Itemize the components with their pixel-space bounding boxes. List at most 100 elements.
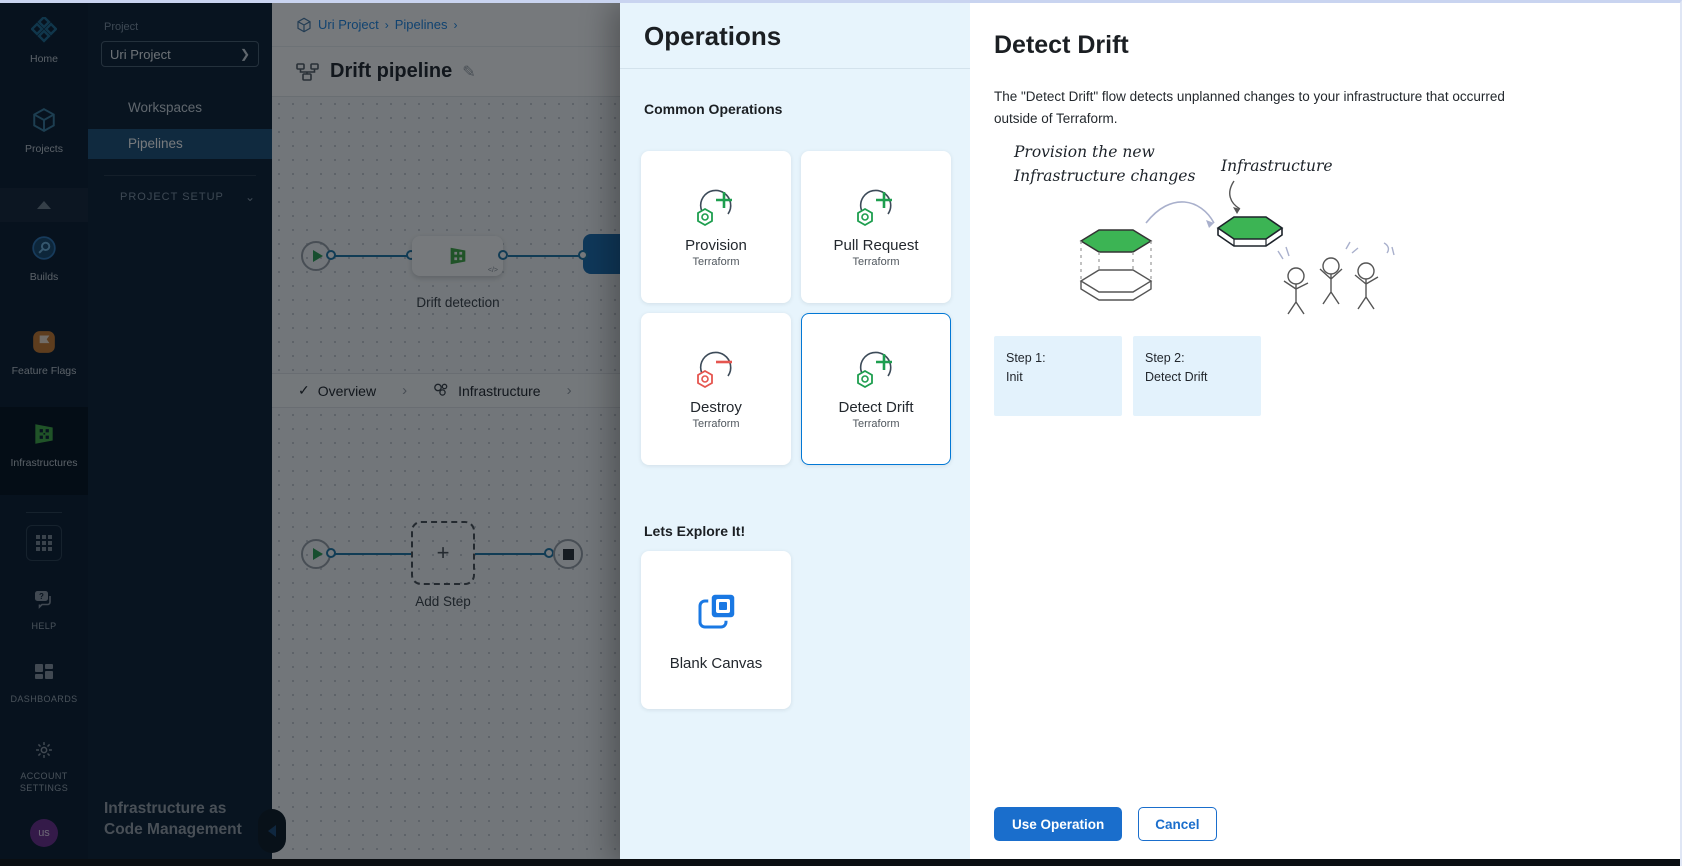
check-icon: ✓ — [298, 382, 310, 399]
destroy-terraform-icon — [693, 349, 739, 393]
illustration-caption-line2: Infrastructure changes — [1013, 167, 1195, 185]
curve-arrow — [1146, 202, 1214, 223]
op-card-destroy[interactable]: Destroy Terraform — [641, 313, 791, 465]
chevron-left-icon — [268, 825, 276, 837]
stick-figures — [1284, 258, 1378, 314]
detect-drift-illustration: Provision the new Infrastructure changes… — [986, 131, 1416, 331]
arrow-down — [1230, 181, 1240, 209]
op-card-subtitle: Terraform — [852, 256, 899, 268]
project-selector-value: Uri Project — [110, 47, 171, 62]
tab-infrastructure[interactable]: Infrastructure — [433, 383, 540, 399]
project-section-label: Project — [104, 21, 138, 33]
project-cube-icon — [296, 17, 312, 33]
projects-icon — [31, 107, 57, 133]
edit-pipeline-name-icon[interactable]: ✎ — [462, 62, 475, 82]
use-operation-button[interactable]: Use Operation — [994, 807, 1122, 841]
rail-item-home[interactable]: Home — [0, 17, 88, 65]
gear-icon — [34, 740, 54, 760]
svg-text:?: ? — [39, 592, 44, 601]
detail-title: Detect Drift — [994, 31, 1658, 60]
feature-flags-icon — [31, 329, 57, 355]
rail-item-projects[interactable]: Projects — [0, 107, 88, 155]
common-operations-label: Common Operations — [644, 101, 782, 117]
edge-port — [326, 548, 336, 558]
green-hexagon-tile — [1218, 217, 1282, 246]
rail-label: ACCOUNT SETTINGS — [10, 770, 78, 794]
edge-port — [326, 250, 336, 260]
blank-canvas-title: Blank Canvas — [670, 655, 763, 672]
blank-canvas-card[interactable]: Blank Canvas — [641, 551, 791, 709]
sidebar-divider — [104, 175, 256, 176]
chevron-right-icon: › — [567, 382, 572, 399]
rail-label: HELP — [0, 620, 88, 632]
cancel-button[interactable]: Cancel — [1138, 807, 1216, 841]
tab-overview[interactable]: ✓ Overview — [298, 382, 376, 399]
add-step-node[interactable]: + — [411, 521, 475, 585]
module-rail: Home Projects Builds — [0, 3, 88, 866]
module-grid-button[interactable] — [26, 525, 62, 561]
detail-actions: Use Operation Cancel — [994, 807, 1217, 841]
sidebar-item-pipelines[interactable]: Pipelines — [88, 129, 272, 159]
step-box-1: Step 1: Init — [994, 336, 1122, 416]
op-card-pull-request[interactable]: Pull Request Terraform — [801, 151, 951, 303]
edge-line — [332, 255, 412, 257]
builds-icon — [31, 235, 57, 261]
sidebar-collapse-button[interactable] — [258, 809, 286, 853]
play-icon — [313, 548, 323, 560]
execution-canvas[interactable]: + Add Step — [272, 408, 620, 863]
user-avatar[interactable]: us — [30, 819, 58, 847]
breadcrumb-separator: › — [385, 18, 389, 32]
app-window: Home Projects Builds — [0, 0, 1682, 866]
op-card-subtitle: Terraform — [692, 418, 739, 430]
project-setup-toggle[interactable]: PROJECT SETUP ⌄ — [120, 191, 256, 203]
rail-item-dashboards[interactable]: DASHBOARDS — [0, 663, 88, 705]
stage-node-drift-detection[interactable]: </> — [412, 236, 503, 276]
breadcrumb-project-link[interactable]: Uri Project — [318, 17, 379, 32]
project-setup-label: PROJECT SETUP — [120, 191, 224, 203]
rail-item-builds[interactable]: Builds — [0, 235, 88, 283]
stop-icon — [563, 549, 574, 560]
rail-item-infrastructures[interactable]: Infrastructures — [0, 421, 88, 469]
edge-port — [578, 250, 588, 260]
illustration-caption-right: Infrastructure — [1220, 157, 1333, 175]
project-sidebar: Project Uri Project ❯ Workspaces Pipelin… — [88, 3, 272, 866]
stage-config-tabs: ✓ Overview › Infrastructure › — [272, 373, 620, 408]
rail-label: Infrastructures — [0, 457, 88, 469]
rail-collapse-band[interactable] — [0, 188, 88, 222]
celebration-marks — [1278, 242, 1394, 259]
provision-terraform-icon — [693, 187, 739, 231]
op-card-subtitle: Terraform — [692, 256, 739, 268]
op-card-detect-drift[interactable]: Detect Drift Terraform — [801, 313, 951, 465]
blank-canvas-icon — [694, 589, 738, 633]
infrastructures-icon — [31, 421, 57, 447]
project-selector[interactable]: Uri Project ❯ — [101, 41, 259, 67]
edge-line — [508, 255, 580, 257]
step-number: Step 1: — [1006, 349, 1110, 368]
stage-label: Drift detection — [398, 295, 518, 310]
sidebar-item-workspaces[interactable]: Workspaces — [88, 93, 272, 123]
edge-line — [332, 553, 411, 555]
rail-item-help[interactable]: ? HELP — [0, 588, 88, 632]
bottom-window-strip — [0, 859, 1680, 866]
step-name: Detect Drift — [1145, 368, 1249, 387]
breadcrumb-pipelines-link[interactable]: Pipelines — [395, 17, 448, 32]
stage-canvas[interactable]: </> Drift detection — [272, 97, 620, 373]
breadcrumb-separator: › — [453, 18, 457, 32]
op-card-provision[interactable]: Provision Terraform — [641, 151, 791, 303]
step-box-2: Step 2: Detect Drift — [1133, 336, 1261, 416]
edge-line — [475, 553, 549, 555]
detect-drift-terraform-icon — [853, 349, 899, 393]
op-card-title: Provision — [685, 237, 747, 254]
illustration-caption-line1: Provision the new — [1013, 143, 1155, 161]
code-badge: </> — [488, 267, 498, 274]
dashboards-icon — [34, 663, 54, 683]
rail-item-feature-flags[interactable]: Feature Flags — [0, 329, 88, 377]
tab-label: Infrastructure — [458, 383, 540, 399]
rail-item-account-settings[interactable]: ACCOUNT SETTINGS — [0, 740, 88, 794]
chevron-right-icon: › — [402, 382, 407, 399]
rail-label: Builds — [0, 271, 88, 283]
rail-label: DASHBOARDS — [0, 693, 88, 705]
rail-label: Feature Flags — [0, 365, 88, 377]
step-name: Init — [1006, 368, 1110, 387]
pipeline-studio: Uri Project › Pipelines › Drift pipeline… — [272, 3, 620, 866]
